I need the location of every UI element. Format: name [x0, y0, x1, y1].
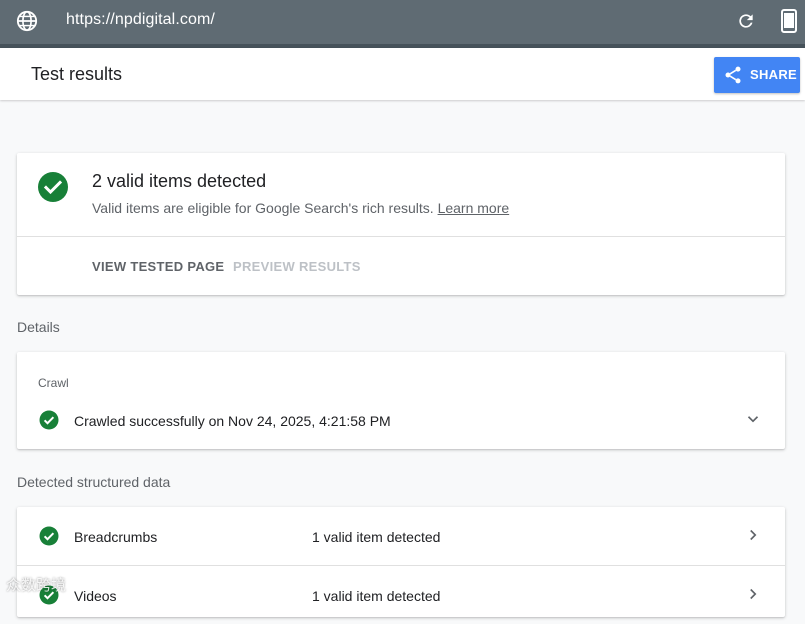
url-text[interactable]: https://npdigital.com/	[66, 11, 215, 29]
tab-preview-results: PREVIEW RESULTS	[233, 259, 361, 274]
chevron-right-icon[interactable]	[744, 585, 762, 603]
summary-headline: 2 valid items detected	[92, 171, 267, 191]
share-icon	[725, 66, 741, 84]
chevron-right-icon[interactable]	[744, 526, 762, 544]
refresh-icon[interactable]	[736, 11, 756, 31]
summary-description: Valid items are eligible for Google Sear…	[92, 200, 510, 216]
item-status: 1 valid item detected	[312, 529, 441, 545]
crawl-label: Crawl	[38, 376, 69, 390]
results-header: Test results SHARE	[0, 48, 805, 100]
list-item-breadcrumbs[interactable]: Breadcrumbs 1 valid item detected	[17, 507, 785, 565]
phone-icon[interactable]	[780, 9, 798, 33]
share-button[interactable]: SHARE	[714, 57, 800, 93]
learn-more-link[interactable]: Learn more	[438, 200, 510, 216]
structured-data-section-label: Detected structured data	[17, 474, 171, 490]
check-circle-icon	[39, 526, 59, 546]
details-section-label: Details	[17, 319, 60, 335]
tab-view-tested-page[interactable]: VIEW TESTED PAGE	[92, 259, 224, 274]
watermark: 众数跨境	[6, 577, 67, 594]
item-name: Breadcrumbs	[74, 529, 158, 545]
share-label: SHARE	[750, 67, 798, 82]
check-circle-icon	[39, 410, 59, 430]
check-circle-icon	[38, 172, 68, 202]
list-item-videos[interactable]: Videos 1 valid item detected	[17, 566, 785, 624]
crawl-card[interactable]: Crawl Crawled successfully on Nov 24, 20…	[17, 352, 785, 449]
chevron-down-icon[interactable]	[744, 410, 762, 428]
divider	[17, 236, 785, 237]
crawl-status: Crawled successfully on Nov 24, 2025, 4:…	[74, 413, 391, 429]
url-bar: https://npdigital.com/	[0, 0, 805, 48]
globe-icon	[16, 10, 38, 32]
structured-data-card: Breadcrumbs 1 valid item detected Videos…	[17, 507, 785, 617]
summary-card: 2 valid items detected Valid items are e…	[17, 153, 785, 295]
page-title: Test results	[31, 64, 123, 84]
